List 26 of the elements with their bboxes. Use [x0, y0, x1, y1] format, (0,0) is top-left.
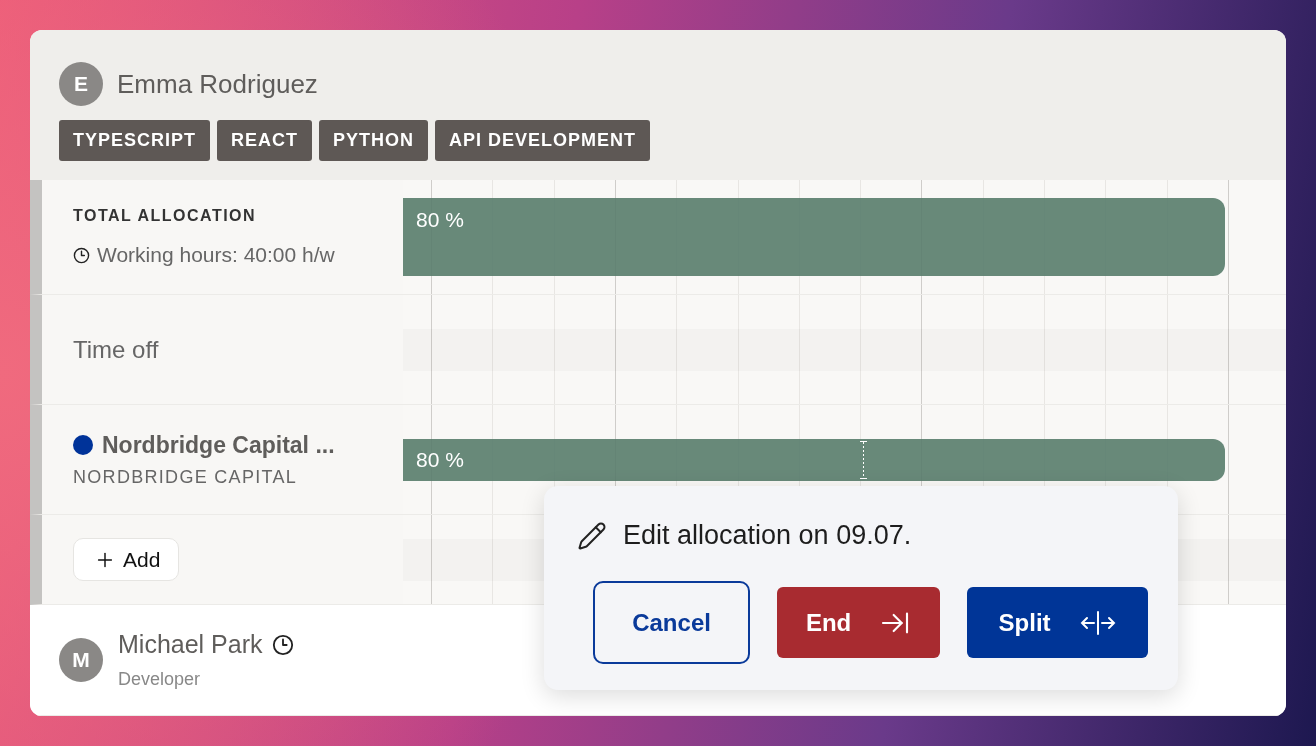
person-role: Developer [118, 669, 202, 690]
add-button[interactable]: Add [73, 538, 180, 581]
skill-tag: REACT [217, 120, 313, 161]
skill-tag: TYPESCRIPT [59, 120, 211, 161]
avatar: E [59, 62, 103, 106]
project-name: Nordbridge Capital ... [102, 431, 335, 459]
skill-tag: API DEVELOPMENT [435, 120, 651, 161]
client-name: NORDBRIDGE CAPITAL [73, 466, 299, 488]
allocation-label: TOTAL ALLOCATION [73, 207, 258, 225]
end-button[interactable]: End [777, 587, 941, 658]
clock-icon [73, 246, 90, 264]
avatar: M [59, 638, 103, 682]
split-button[interactable]: Split [967, 587, 1148, 658]
working-hours-text: Working hours: 40:00 h/w [97, 243, 335, 267]
time-off-label: Time off [73, 335, 160, 364]
person-name: Michael Park [118, 630, 263, 659]
allocation-bar[interactable]: 80 % [403, 198, 1225, 276]
person-name: Emma Rodriguez [117, 68, 318, 100]
cursor-marker [860, 440, 867, 479]
popup-title: Edit allocation on 09.07. [623, 520, 912, 551]
split-icon [1078, 609, 1117, 636]
clock-icon [271, 633, 294, 656]
cancel-button[interactable]: Cancel [593, 581, 751, 664]
project-bar[interactable]: 80 % [403, 438, 1225, 481]
skill-tag: PYTHON [319, 120, 429, 161]
pencil-icon [577, 520, 607, 551]
